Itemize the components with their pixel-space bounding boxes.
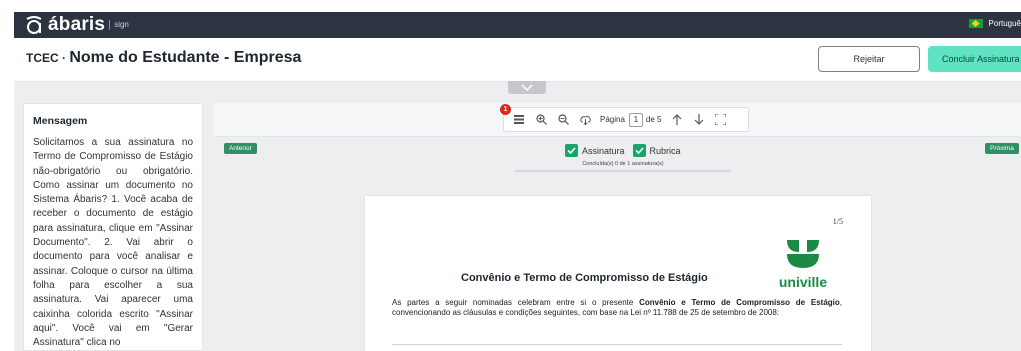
document-paragraph: As partes a seguir nominadas celebram en… — [392, 298, 842, 317]
message-body: Solicitamos a sua assinatura no Termo de… — [33, 137, 193, 349]
page-total: de 5 — [645, 115, 662, 124]
brand-name: ábaris — [48, 14, 106, 35]
document-heading: Convênio e Termo de Compromisso de Estág… — [461, 272, 708, 284]
signature-progress-bar — [515, 170, 731, 172]
zoom-out-icon[interactable] — [556, 113, 570, 127]
message-title: Mensagem — [33, 115, 88, 127]
divider — [392, 344, 842, 345]
conclude-signature-button[interactable]: Concluir Assinatura — [928, 46, 1021, 72]
zoom-in-icon[interactable] — [534, 113, 548, 127]
list-icon[interactable] — [512, 113, 526, 127]
page-number-input[interactable]: 1 — [628, 112, 643, 127]
toolbar-controls: Página 1 de 5 — [503, 107, 749, 132]
language-selector[interactable]: Portuguê — [968, 19, 1021, 28]
check-icon[interactable] — [632, 144, 646, 157]
document-page: 1/5 univille Convênio e Termo de Comprom… — [365, 196, 871, 351]
viewer-toolbar: Página 1 de 5 1 — [213, 103, 1021, 137]
univille-leaf-icon — [787, 240, 819, 268]
top-bar: ábaris sign Portuguê — [14, 12, 1021, 38]
arrow-up-icon[interactable] — [670, 113, 684, 127]
chevron-down-icon — [521, 84, 533, 91]
document-name: Nome do Estudante - Empresa — [69, 49, 302, 66]
paragraph-bold: Convênio e Termo de Compromisso de Estág… — [639, 298, 840, 307]
page-label: Página — [600, 115, 625, 124]
abaris-logo[interactable]: ábaris sign — [24, 14, 129, 36]
title-separator: · — [58, 51, 70, 65]
signature-navigation: Anterior Assinatura Rubrica Concluída(s)… — [213, 139, 1021, 179]
signature-progress-text: Concluída(s) 0 de 1 assinatura(s) — [582, 161, 664, 167]
collapse-header-toggle[interactable] — [508, 81, 546, 94]
document-header: TCEC · Nome do Estudante - Empresa Rejei… — [14, 38, 1021, 82]
signature-type-options: Assinatura Rubrica — [565, 144, 681, 157]
paragraph-start: As partes a seguir nominadas celebram en… — [392, 298, 640, 307]
previous-button[interactable]: Anterior — [224, 143, 257, 154]
notification-badge: 1 — [500, 104, 511, 115]
univille-logo-text: univille — [778, 274, 828, 290]
signature-option-label: Assinatura — [582, 145, 625, 156]
arrow-down-icon[interactable] — [692, 113, 706, 127]
document-viewer: Página 1 de 5 1 Anterior Assinatura Rubr… — [213, 103, 1021, 351]
brazil-flag-icon — [968, 19, 983, 28]
initials-option-label: Rubrica — [649, 145, 681, 156]
fullscreen-icon[interactable] — [714, 113, 728, 127]
message-panel: Mensagem Solicitamos a sua assinatura no… — [23, 103, 203, 351]
page-title: TCEC · Nome do Estudante - Empresa — [26, 49, 301, 67]
abaris-logo-icon — [26, 16, 42, 34]
next-button[interactable]: Próxima — [985, 143, 1019, 154]
univille-logo: univille — [773, 238, 833, 290]
reject-button[interactable]: Rejeitar — [818, 46, 920, 72]
brand-suffix: sign — [109, 20, 129, 30]
download-icon[interactable] — [578, 113, 592, 127]
language-label: Portuguê — [988, 19, 1021, 28]
document-type-prefix: TCEC — [26, 51, 59, 65]
page-indicator: 1/5 — [832, 217, 843, 226]
check-icon[interactable] — [565, 144, 578, 157]
